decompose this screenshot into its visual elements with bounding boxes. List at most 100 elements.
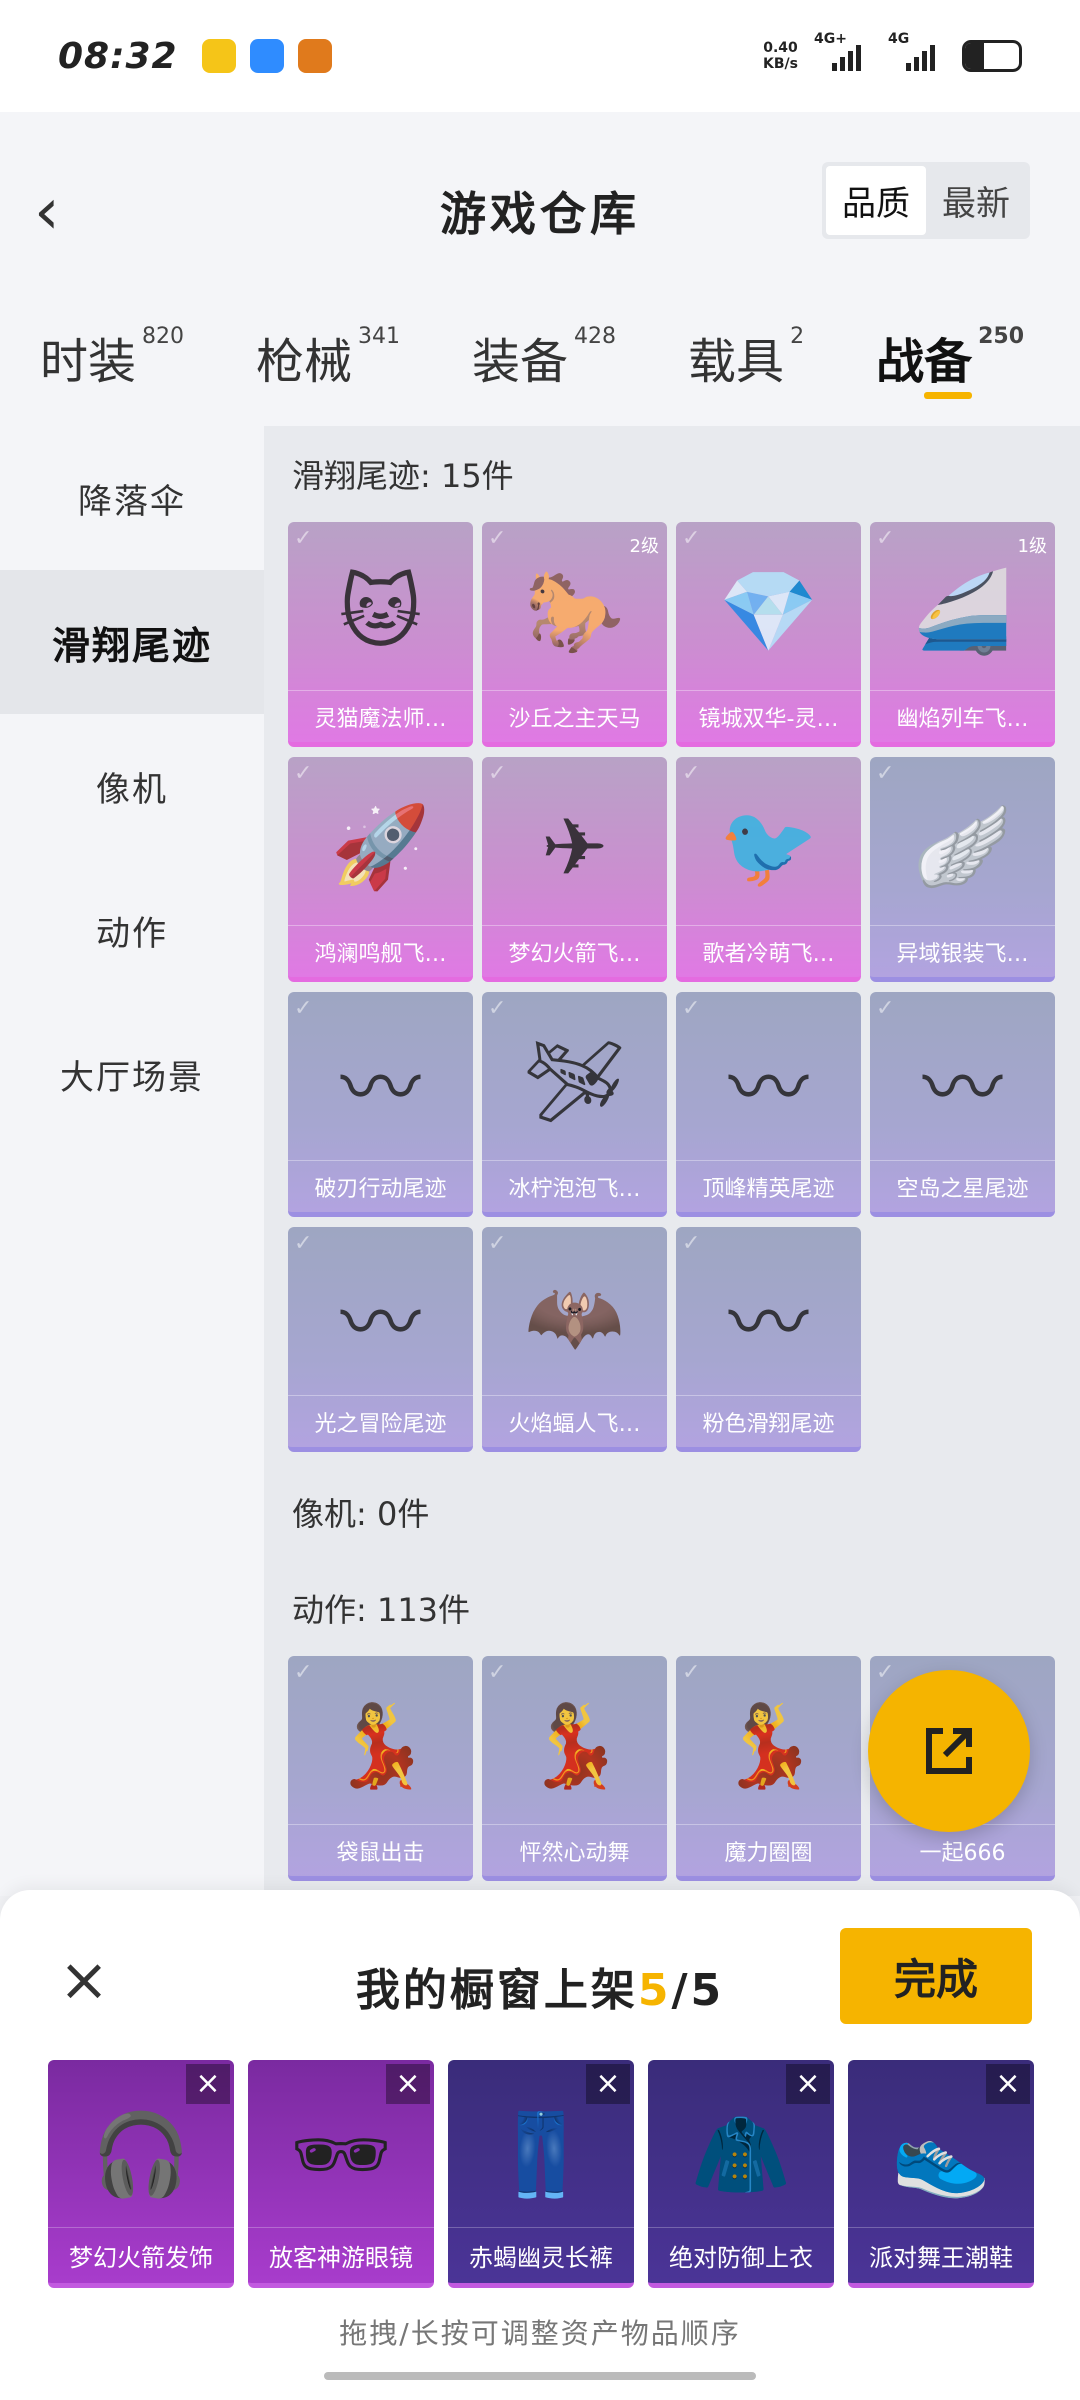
item-name: 袋鼠出击 bbox=[288, 1824, 473, 1876]
item-name: 歌者冷萌飞… bbox=[676, 925, 861, 977]
item-name: 镜城双华-灵… bbox=[676, 690, 861, 742]
item-tile[interactable]: ✓ 💃 袋鼠出击 bbox=[288, 1656, 473, 1881]
blue-app-icon bbox=[249, 39, 284, 73]
tab-vehicles[interactable]: 载具 2 bbox=[688, 292, 804, 392]
item-tile[interactable]: ✓ 🚄 1级 幽焰列车飞… bbox=[870, 522, 1055, 747]
item-name: 异域银装飞… bbox=[870, 925, 1055, 977]
tab-equipment[interactable]: 装备 428 bbox=[472, 292, 616, 392]
showcase-slot[interactable]: 👟 × 派对舞王潮鞋 bbox=[848, 2060, 1034, 2288]
cat-icon: 🐱 bbox=[338, 565, 423, 659]
dance-icon: 💃 bbox=[330, 1699, 431, 1792]
item-name: 幽焰列车飞… bbox=[870, 690, 1055, 742]
section-title: 像机: 0件 bbox=[292, 1495, 430, 1533]
share-button[interactable] bbox=[868, 1670, 1030, 1832]
smoke-trail-icon: 〰 bbox=[922, 1042, 1003, 1135]
item-tile[interactable]: ✓ 🐎 2级 沙丘之主天马 bbox=[482, 522, 667, 747]
showcase-slot[interactable]: 👖 × 赤蝎幽灵长裤 bbox=[448, 2060, 634, 2288]
dance-icon: 💃 bbox=[524, 1699, 625, 1792]
tab-firearms[interactable]: 枪械 341 bbox=[256, 292, 400, 392]
slot-item-name: 绝对防御上衣 bbox=[648, 2227, 834, 2283]
status-right: 0.40 KB/s 4G+ 4G bbox=[763, 31, 1022, 72]
sidebar-item-glide-trail[interactable]: 滑翔尾迹 bbox=[0, 570, 264, 714]
status-bar: 08:32 0.40 KB/s 4G+ 4G bbox=[0, 0, 1080, 112]
item-name: 魔力圈圈 bbox=[676, 1824, 861, 1876]
rocket-icon: ✈ bbox=[540, 800, 609, 894]
remove-icon[interactable]: × bbox=[386, 2064, 430, 2104]
sidebar-item-emote[interactable]: 动作 bbox=[0, 858, 264, 1002]
slot-item-name: 赤蝎幽灵长裤 bbox=[448, 2227, 634, 2283]
crystal-icon: 💎 bbox=[718, 565, 819, 658]
showcase-slot[interactable]: 🕶 × 放客神游眼镜 bbox=[248, 2060, 434, 2288]
item-tile[interactable]: ✓ 〰破刃行动尾迹 bbox=[288, 992, 473, 1217]
remove-icon[interactable]: × bbox=[986, 2064, 1030, 2104]
item-tile[interactable]: ✓ 💎 镜城双华-灵… bbox=[676, 522, 861, 747]
sidebar: 降落伞 滑翔尾迹 像机 动作 大厅场景 bbox=[0, 426, 264, 1896]
item-tile[interactable]: ✓ 🚀 鸿澜鸣舰飞… bbox=[288, 757, 473, 982]
smoke-trail-icon: 〰 bbox=[340, 1277, 421, 1370]
item-tile[interactable]: ✓ 💃 魔力圈圈 bbox=[676, 1656, 861, 1881]
item-tile[interactable]: ✓ 〰粉色滑翔尾迹 bbox=[676, 1227, 861, 1452]
bird-icon: 🐦 bbox=[718, 800, 819, 893]
item-name: 怦然心动舞 bbox=[482, 1824, 667, 1876]
item-tile[interactable]: ✓ ✈ 梦幻火箭飞… bbox=[482, 757, 667, 982]
item-name: 顶峰精英尾迹 bbox=[676, 1160, 861, 1212]
item-tile[interactable]: ✓ 🦇 火焰蝠人飞… bbox=[482, 1227, 667, 1452]
sort-option-newest[interactable]: 最新 bbox=[926, 166, 1026, 235]
slot-item-name: 放客神游眼镜 bbox=[248, 2227, 434, 2283]
showcase-slots: 🎧 × 梦幻火箭发饰 🕶 × 放客神游眼镜 👖 × 赤蝎幽灵长裤 🧥 × 绝对防御上衣 👟 × 派对舞王潮鞋 bbox=[48, 2060, 1034, 2288]
home-indicator[interactable] bbox=[324, 2372, 756, 2380]
showcase-slot[interactable]: 🧥 × 绝对防御上衣 bbox=[648, 2060, 834, 2288]
showcase-panel: × 我的橱窗上架5/5 完成 🎧 × 梦幻火箭发饰 🕶 × 放客神游眼镜 👖 × 赤蝎幽灵长裤 🧥… bbox=[0, 1890, 1080, 2400]
tab-battle-gear[interactable]: 战备 250 bbox=[876, 292, 1024, 399]
slot-item-name: 梦幻火箭发饰 bbox=[48, 2227, 234, 2283]
sidebar-item-parachute[interactable]: 降落伞 bbox=[0, 426, 264, 570]
item-name: 粉色滑翔尾迹 bbox=[676, 1395, 861, 1447]
yellow-app-icon bbox=[201, 39, 236, 73]
sort-option-quality[interactable]: 品质 bbox=[826, 166, 926, 235]
item-name: 光之冒险尾迹 bbox=[288, 1395, 473, 1447]
smoke-trail-icon: 〰 bbox=[728, 1277, 809, 1370]
item-name: 破刃行动尾迹 bbox=[288, 1160, 473, 1212]
plane-icon: 🛩 bbox=[523, 1035, 626, 1128]
signal-4g-plus-icon: 4G+ bbox=[814, 31, 872, 71]
sort-toggle: 品质 最新 bbox=[822, 162, 1030, 239]
page-header: ‹ 游戏仓库 品质 最新 bbox=[0, 112, 1080, 292]
clock: 08:32 bbox=[58, 35, 178, 77]
item-name: 沙丘之主天马 bbox=[482, 690, 667, 742]
item-tile[interactable]: ✓ 〰空岛之星尾迹 bbox=[870, 992, 1055, 1217]
tab-fashion[interactable]: 时装 820 bbox=[40, 292, 184, 392]
item-name: 空岛之星尾迹 bbox=[870, 1160, 1055, 1212]
reorder-hint: 拖拽/长按可调整资产物品顺序 bbox=[339, 2317, 741, 2350]
category-tabs: 时装 820 枪械 341 装备 428 载具 2 战备 250 bbox=[0, 292, 1080, 426]
share-external-icon bbox=[926, 1728, 972, 1774]
done-button[interactable]: 完成 bbox=[840, 1928, 1032, 2024]
item-name: 火焰蝠人飞… bbox=[482, 1395, 667, 1447]
item-tile[interactable]: ✓ 〰光之冒险尾迹 bbox=[288, 1227, 473, 1452]
item-tile[interactable]: ✓ 〰顶峰精英尾迹 bbox=[676, 992, 861, 1217]
item-name: 鸿澜鸣舰飞… bbox=[288, 925, 473, 977]
item-name: 一起666 bbox=[870, 1824, 1055, 1876]
item-tile[interactable]: ✓ 🐱 灵猫魔法师… bbox=[288, 522, 473, 747]
item-tile[interactable]: ✓ 🪽 异域银装飞… bbox=[870, 757, 1055, 982]
item-tile[interactable]: ✓ 💃 怦然心动舞 bbox=[482, 1656, 667, 1881]
item-name: 梦幻火箭飞… bbox=[482, 925, 667, 977]
item-name: 冰柠泡泡飞… bbox=[482, 1160, 667, 1212]
remove-icon[interactable]: × bbox=[786, 2064, 830, 2104]
item-tile[interactable]: ✓ 🛩 冰柠泡泡飞… bbox=[482, 992, 667, 1217]
network-speed: 0.40 KB/s bbox=[763, 40, 798, 72]
section-title: 动作: 113件 bbox=[292, 1591, 471, 1629]
slot-item-name: 派对舞王潮鞋 bbox=[848, 2227, 1034, 2283]
active-tab-indicator bbox=[924, 392, 973, 399]
sidebar-item-lobby-scene[interactable]: 大厅场景 bbox=[0, 1002, 264, 1146]
item-name: 灵猫魔法师… bbox=[288, 690, 473, 742]
ship-icon: 🚀 bbox=[330, 800, 431, 893]
remove-icon[interactable]: × bbox=[586, 2064, 630, 2104]
item-tile[interactable]: ✓ 🐦 歌者冷萌飞… bbox=[676, 757, 861, 982]
remove-icon[interactable]: × bbox=[186, 2064, 230, 2104]
showcase-slot[interactable]: 🎧 × 梦幻火箭发饰 bbox=[48, 2060, 234, 2288]
sidebar-item-camera[interactable]: 像机 bbox=[0, 714, 264, 858]
signal-4g-icon: 4G bbox=[888, 31, 946, 71]
dance-icon: 💃 bbox=[718, 1699, 819, 1792]
item-level-badge: 1级 bbox=[1017, 536, 1047, 557]
bat-icon: 🦇 bbox=[524, 1270, 625, 1363]
